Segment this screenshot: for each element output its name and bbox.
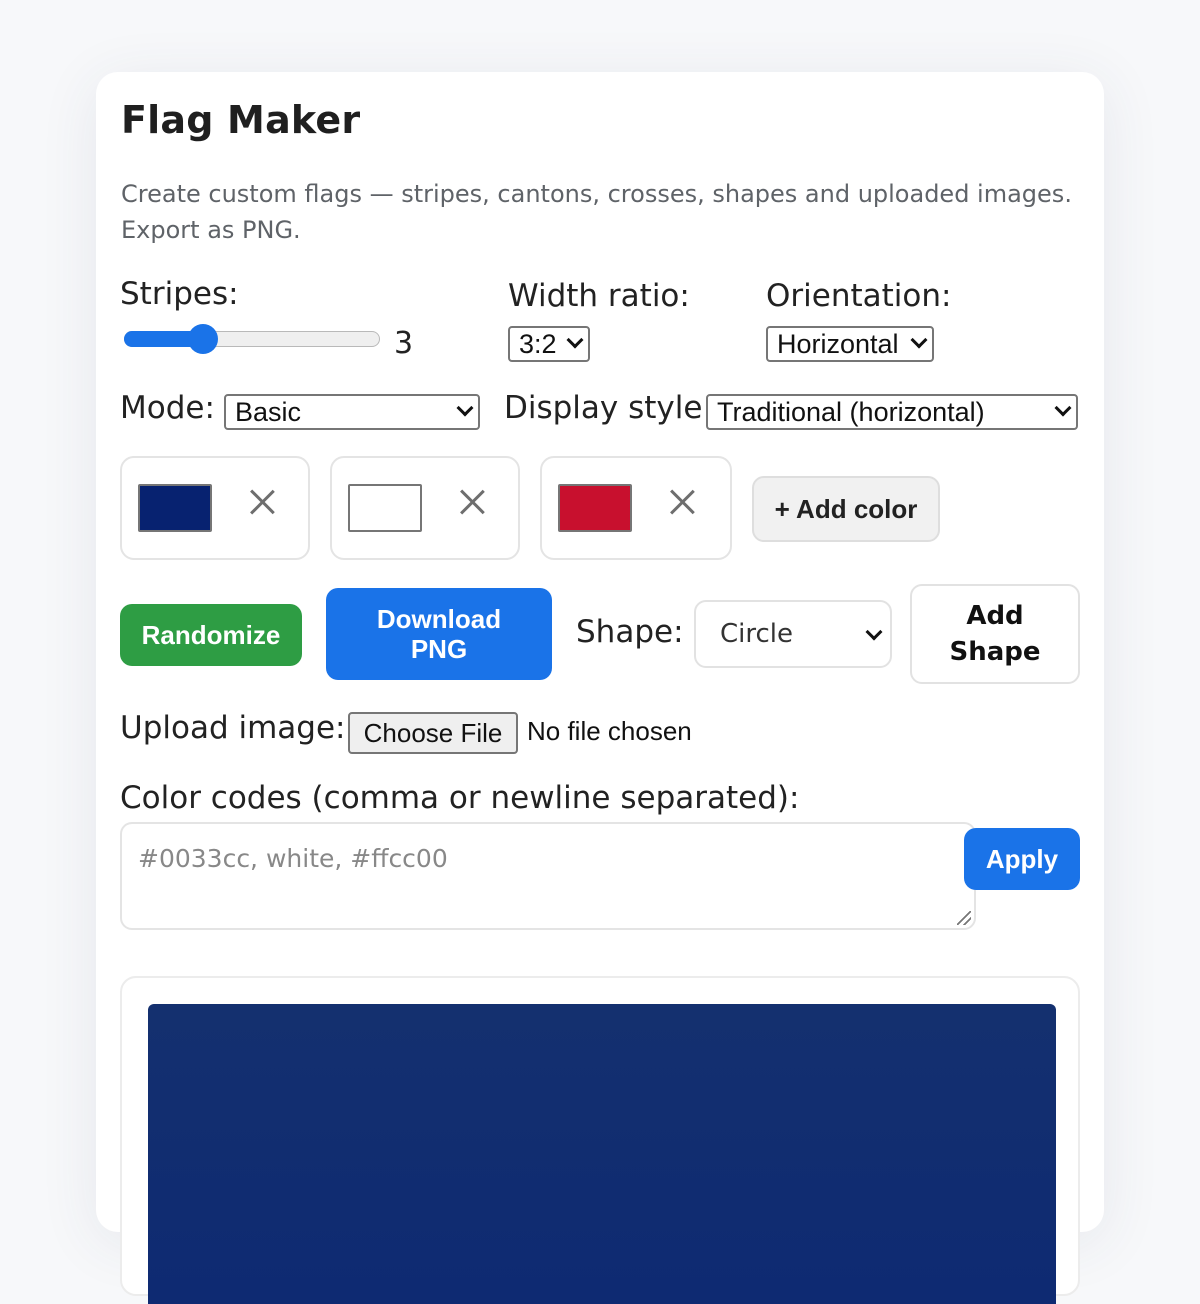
apply-button[interactable]: Apply [964,828,1080,890]
randomize-button[interactable]: Randomize [120,604,302,666]
color-codes-input[interactable]: #0033cc, white, #ffcc00 [120,822,976,930]
display-style-label: Display style: [504,390,713,426]
chevron-down-icon [1054,399,1072,417]
display-style-value: Traditional (horizontal) [717,397,985,427]
mode-select[interactable]: Basic [224,394,480,430]
color-swatch[interactable] [348,484,422,532]
orientation-value: Horizontal [777,329,899,359]
resize-handle-icon[interactable] [957,911,971,925]
slider-thumb[interactable] [188,324,219,354]
stripes-label: Stripes: [120,276,239,312]
display-style-select[interactable]: Traditional (horizontal) [706,394,1078,430]
shape-label: Shape: [576,614,684,650]
flag-maker-card: Flag Maker Create custom flags — stripes… [96,72,1104,1304]
mode-value: Basic [235,397,302,427]
width-ratio-select[interactable]: 3:2 [508,326,590,362]
stripes-slider[interactable] [124,324,380,354]
choose-file-button[interactable]: Choose File [348,712,518,754]
orientation-label: Orientation: [766,278,952,314]
add-color-button[interactable]: + Add color [752,476,940,542]
file-status: No file chosen [527,716,692,746]
color-codes-placeholder: #0033cc, white, #ffcc00 [138,844,448,873]
add-shape-button[interactable]: Add Shape [910,584,1080,684]
page-subtitle: Create custom flags — stripes, cantons, … [121,180,1072,244]
color-swatch[interactable] [558,484,632,532]
close-icon[interactable] [248,488,276,516]
color-codes-label: Color codes (comma or newline separated)… [120,780,800,816]
shape-select[interactable]: Circle [694,600,892,668]
width-ratio-value: 3:2 [519,329,557,359]
width-ratio-label: Width ratio: [508,278,690,314]
color-chip-2 [330,456,520,560]
chevron-down-icon [566,331,584,349]
page-title: Flag Maker [121,98,361,142]
chevron-down-icon [456,399,474,417]
close-icon[interactable] [458,488,486,516]
chevron-down-icon [865,623,883,641]
shape-value: Circle [720,619,794,649]
flag-preview [120,976,1080,1304]
mode-label: Mode: [120,390,215,426]
chevron-down-icon [910,331,928,349]
color-swatch[interactable] [138,484,212,532]
flag-top-stripe [148,1004,1056,1304]
upload-image-label: Upload image: [120,710,346,746]
close-icon[interactable] [668,488,696,516]
color-chip-1 [120,456,310,560]
download-png-button[interactable]: Download PNG [326,588,552,680]
stripes-value: 3 [394,326,414,361]
orientation-select[interactable]: Horizontal [766,326,934,362]
color-chip-3 [540,456,732,560]
